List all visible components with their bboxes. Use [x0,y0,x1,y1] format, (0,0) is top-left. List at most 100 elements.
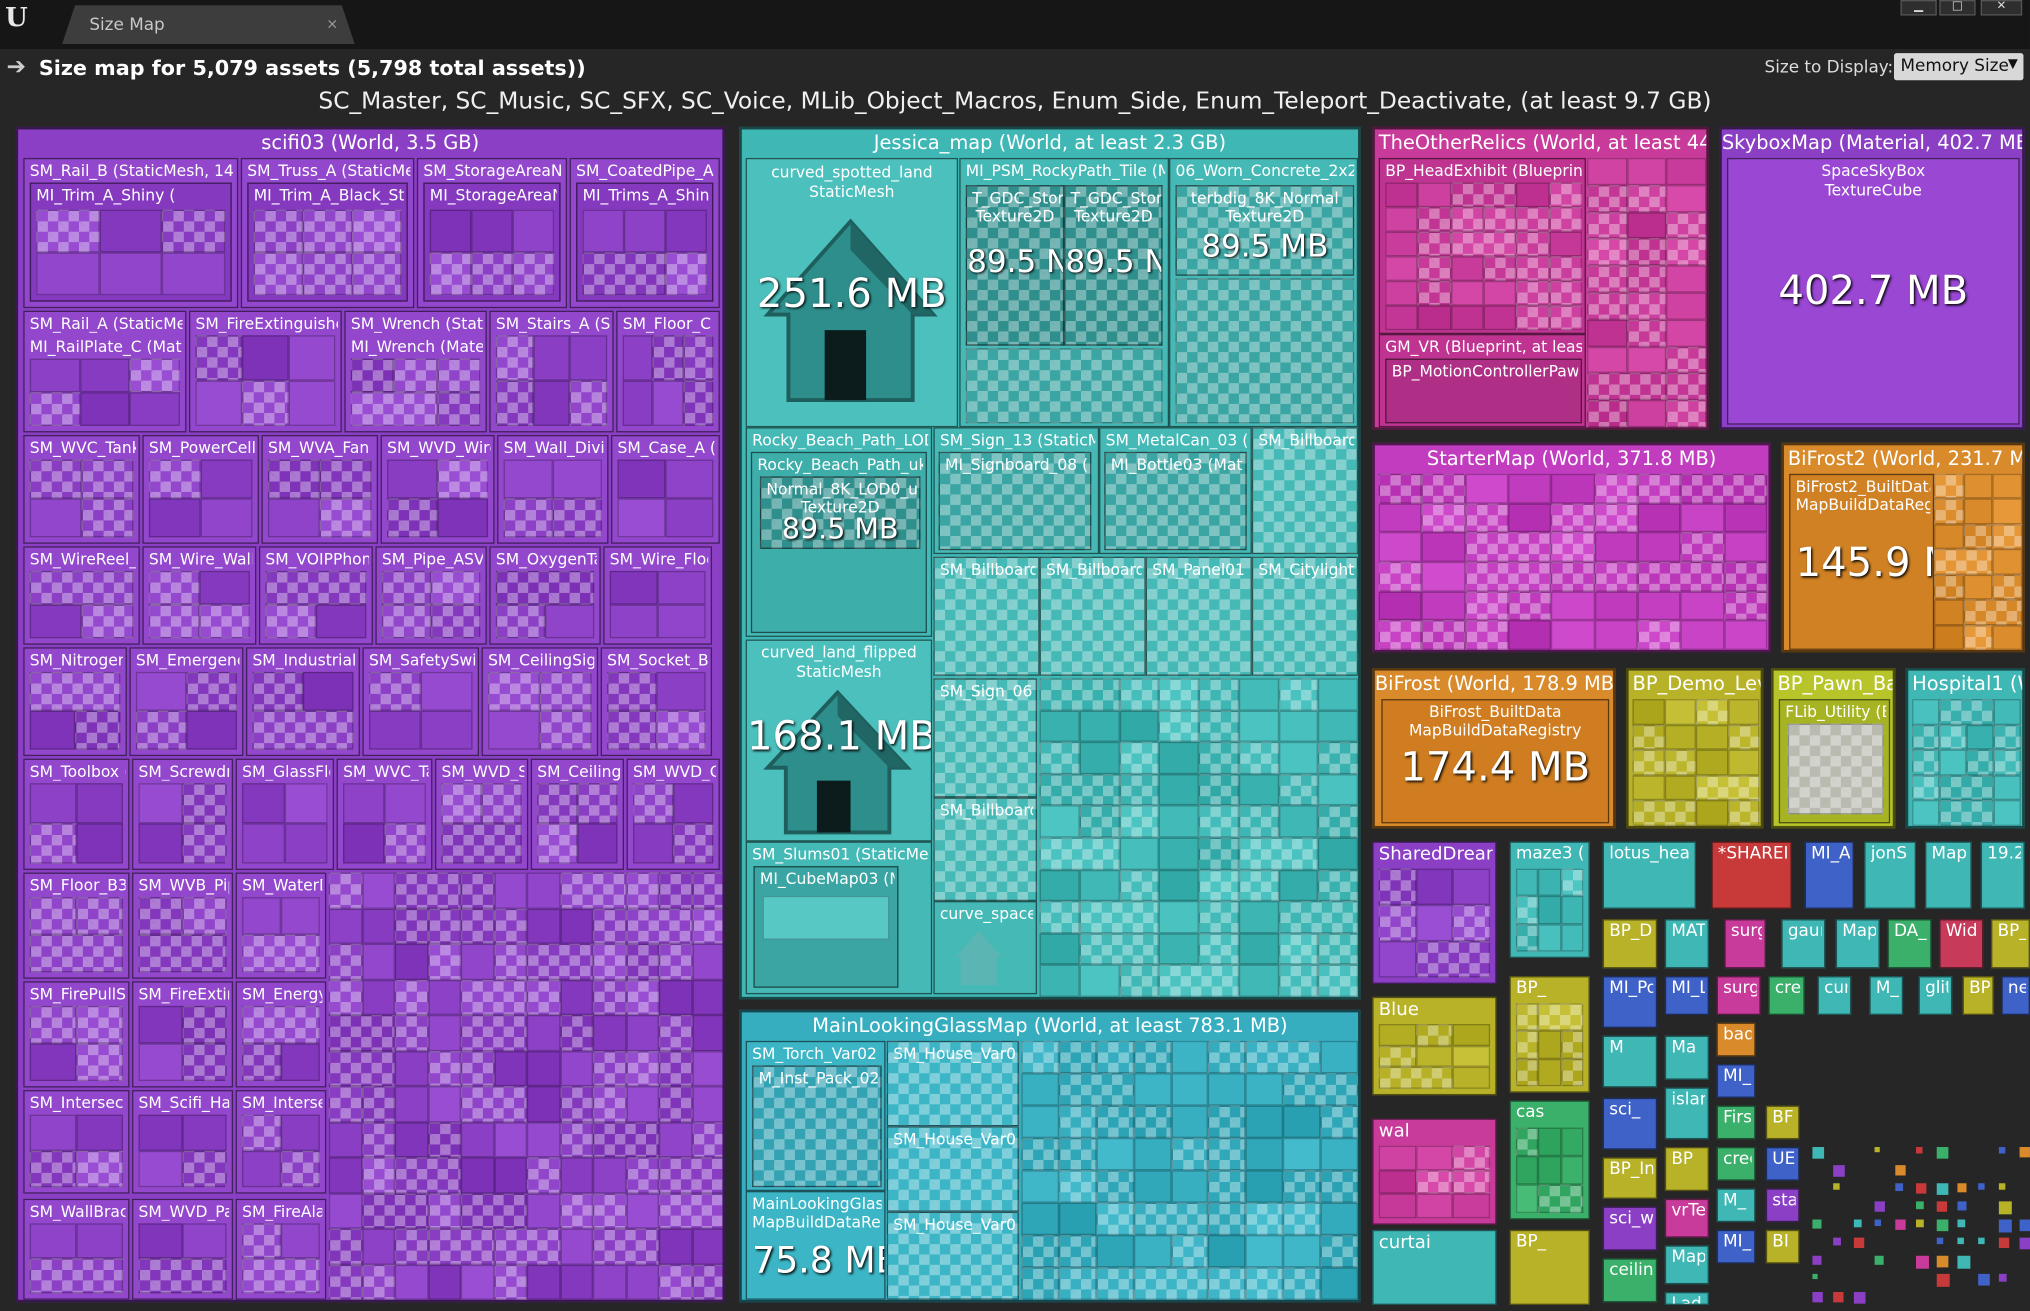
node-hospital1[interactable]: Hospital1 (W [1905,668,2025,829]
node-subtile[interactable] [138,1114,183,1151]
node-scifi-asset[interactable]: SM_WVC_Tank_ [23,434,140,544]
node-subtile[interactable] [1283,1137,1321,1171]
node-subtile[interactable] [1320,1040,1359,1074]
node-subtile[interactable] [420,671,473,711]
node-subtile[interactable] [200,459,253,499]
node-subtile[interactable] [1171,1105,1209,1138]
node-subtile[interactable] [1119,869,1159,902]
node-subtile[interactable] [138,783,183,824]
node-subtile[interactable] [1096,1170,1134,1203]
node-subtile[interactable] [1418,182,1451,208]
node-subtile[interactable] [1515,1184,1539,1214]
node-subtile[interactable] [1318,773,1359,806]
node-subtile[interactable] [1278,964,1319,997]
node-tiny-asset[interactable] [1936,1219,1949,1232]
node-tiny-asset[interactable] [2019,1147,2030,1158]
node-subtile[interactable] [1992,473,2023,499]
node-subtile[interactable] [532,380,571,426]
node-subtile[interactable] [1415,1024,1453,1046]
node-subtile[interactable] [1450,207,1484,232]
node-mi-signboard-08[interactable]: MI_Signboard_08 (M [938,451,1092,551]
node-subtile[interactable] [1058,1105,1097,1138]
node-subtile[interactable] [29,897,77,935]
node-subtile[interactable] [280,1043,320,1081]
node-subtile[interactable] [495,380,533,426]
node-subtile[interactable] [427,1014,461,1051]
node-scifi-asset[interactable]: SM_Scifi_Han [132,1090,234,1194]
node-subtile[interactable] [592,943,626,980]
node-subtile[interactable] [1939,724,1967,750]
node-subtile[interactable] [1632,724,1665,750]
node-tiny-asset[interactable] [1916,1255,1929,1269]
node-subtile[interactable] [1727,800,1760,826]
node-subtile[interactable] [532,335,571,381]
node-scifi03[interactable]: scifi03 (World, 3.5 GB) SM_Rail_B (Stati… [15,126,725,1303]
node-small-asset[interactable]: sta [1765,1188,1800,1223]
node-subtile[interactable] [1626,157,1667,185]
node-subtile[interactable] [1318,805,1359,838]
node-subtile[interactable] [182,783,227,824]
node-subtile[interactable] [138,823,183,864]
node-subtile[interactable] [182,1114,227,1151]
node-subtile[interactable] [1594,561,1638,592]
node-subtile[interactable] [1993,800,2021,826]
node-subtile[interactable] [1516,280,1550,306]
node-subtile[interactable] [1021,1170,1059,1203]
back-arrow-icon[interactable]: ➔ [6,53,26,80]
node-tiny-asset[interactable] [2019,1237,2030,1250]
node-subtile[interactable] [280,897,320,935]
node-tiny-asset[interactable] [1998,1183,2006,1190]
node-subtile[interactable] [242,1043,281,1081]
node-mi-psm-rockypath[interactable]: MI_PSM_RockyPath_Tile (M T_GDC_Stone Tex… [959,157,1170,428]
node-subtile[interactable] [1079,710,1120,743]
node-subtile[interactable] [1378,868,1416,905]
node-subtile[interactable] [1385,256,1419,281]
node-subtile[interactable] [1963,599,2023,625]
node-subtile[interactable] [1587,373,1667,401]
node-subtile[interactable] [625,1014,659,1051]
node-sm-billboard0[interactable]: SM_Billboard0 [933,556,1040,676]
node-subtile[interactable] [607,710,657,750]
node-scifi-asset[interactable]: SM_Screwdriv [132,758,234,870]
node-subtile[interactable] [1133,1073,1172,1106]
node-small-asset[interactable]: crec [1768,976,1805,1015]
node-tiny-asset[interactable] [1936,1237,1944,1245]
node-subtile[interactable] [1934,549,1993,575]
node-subtile[interactable] [1238,933,1279,965]
node-subtile[interactable] [1158,869,1199,902]
node-subtile[interactable] [1515,1003,1539,1031]
node-sm-sign-06[interactable]: SM_Sign_06 ( [933,678,1037,798]
node-subtile[interactable] [622,380,653,426]
node-subtile[interactable] [350,358,394,393]
node-scifi-asset[interactable]: SM_WaterDru [235,872,327,979]
node-subtile[interactable] [633,823,674,864]
node-subtile[interactable] [36,252,100,296]
node-tiny-asset[interactable] [1833,1292,1844,1303]
node-small-asset[interactable]: ne\ [2001,976,2030,1015]
node-subtile[interactable] [559,1014,593,1051]
node-subtile[interactable] [1666,373,1707,401]
node-subtile[interactable] [328,1192,362,1229]
node-subtile[interactable] [361,872,395,909]
node-subtile[interactable] [302,671,354,711]
node-subtile[interactable] [1208,1105,1246,1138]
node-subtile[interactable] [1318,869,1359,902]
node-subtile[interactable] [570,335,608,381]
node-subtile[interactable] [493,872,527,909]
node-subtile[interactable] [665,209,707,253]
node-scifi-asset[interactable]: SM_Rail_A (StaticMes MI_RailPlate_C (Mat [23,310,187,433]
node-tiny-asset[interactable] [1936,1255,1949,1268]
node-subtile[interactable] [512,209,555,253]
node-subtile[interactable] [460,1050,494,1087]
node-small-asset[interactable]: gaur [1781,919,1826,969]
node-tiny-asset[interactable] [1978,1183,1985,1190]
node-small-asset[interactable]: BP [1664,1147,1709,1192]
node-small-asset[interactable]: BP_ [1509,1229,1590,1305]
node-subtile[interactable] [559,1228,593,1265]
node-subtile[interactable] [539,671,592,711]
node-small-asset[interactable]: Wid [1939,919,1984,969]
node-subtile[interactable] [1238,964,1279,997]
node-subtile[interactable] [1723,532,1768,562]
node-subtile[interactable] [1993,775,2021,801]
node-subtile[interactable] [1966,749,1994,776]
